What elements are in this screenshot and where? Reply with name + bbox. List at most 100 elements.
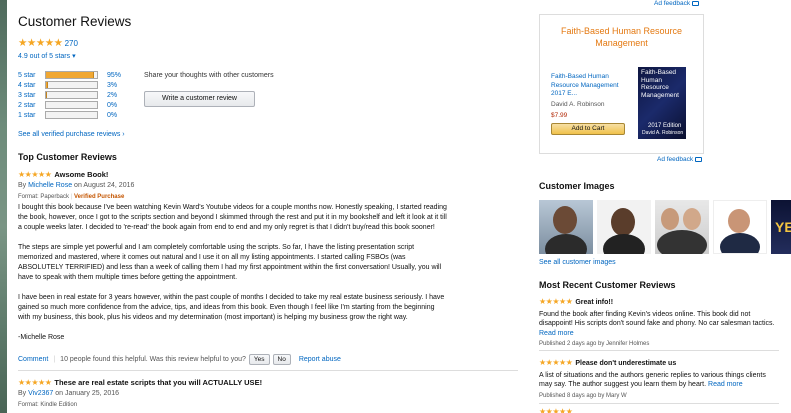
speech-bubble-icon	[695, 156, 703, 162]
review-byline: By Viv2367 on January 25, 2016	[18, 390, 448, 397]
desktop-edge	[0, 0, 7, 413]
recent-review-body: Found the book after finding Kevin's vid…	[539, 310, 779, 339]
separator: |	[53, 356, 56, 363]
review-date: on August 24, 2016	[74, 182, 135, 189]
recent-review-title[interactable]: Please don't underestimate us	[575, 360, 676, 367]
histogram-percent[interactable]: 3%	[107, 82, 117, 89]
histogram-label[interactable]: 4 star	[18, 82, 45, 89]
customer-image-3[interactable]	[655, 200, 709, 254]
person-icon	[553, 206, 577, 234]
recent-reviews-heading: Most Recent Customer Reviews	[539, 280, 676, 290]
recent-review-2: ★★★★★ Please don't underestimate us A lis…	[539, 358, 779, 401]
ad-details: Faith-Based Human Resource Management 20…	[551, 73, 631, 121]
page-title: Customer Reviews	[18, 14, 132, 29]
star-rating-icon: ★★★★★	[18, 378, 52, 387]
histogram-label[interactable]: 5 star	[18, 72, 45, 79]
person-icon	[683, 208, 701, 230]
star-rating-icon: ★★★★★	[18, 37, 63, 49]
customer-image-4[interactable]	[713, 200, 767, 254]
recent-review-published: Published 2 days ago by Jennifer Holmes	[539, 341, 650, 347]
histogram-row-4[interactable]: 4 star 3%	[18, 80, 128, 90]
shirt-shape	[720, 233, 760, 253]
recent-review-title-row: ★★★★★ Please don't underestimate us	[539, 358, 779, 369]
review-title[interactable]: These are real estate scripts that you w…	[54, 378, 262, 387]
top-reviews-heading: Top Customer Reviews	[18, 152, 117, 162]
ad-product-link[interactable]: Faith-Based Human Resource Management 20…	[551, 73, 631, 99]
report-abuse-link[interactable]: Report abuse	[299, 356, 341, 363]
histogram-fill	[46, 82, 48, 88]
add-to-cart-button[interactable]: Add to Cart	[551, 123, 625, 135]
histogram-percent[interactable]: 0%	[107, 112, 117, 119]
customer-image-2[interactable]	[597, 200, 651, 254]
shirt-shape	[603, 234, 645, 254]
review-format: Format: Paperback | Verified Purchase	[18, 194, 125, 200]
verified-purchase-badge: Verified Purchase	[73, 194, 125, 200]
shirt-shape	[657, 230, 707, 254]
histogram-row-1[interactable]: 1 star 0%	[18, 110, 128, 120]
ad-feedback-top[interactable]: Ad feedback	[654, 0, 700, 7]
ad-price: $7.99	[551, 112, 568, 119]
review-count[interactable]: 270	[65, 39, 78, 48]
cover-title: Faith-Based Human Resource Management	[641, 69, 679, 99]
rating-dropdown[interactable]: 4.9 out of 5 stars ▾	[18, 52, 76, 60]
person-icon	[611, 208, 635, 236]
histogram-fill	[46, 92, 48, 98]
customer-image-1[interactable]	[539, 200, 593, 254]
rating-text: 4.9 out of 5 stars	[18, 53, 71, 60]
histogram-row-5[interactable]: 5 star 95%	[18, 70, 128, 80]
ad-feedback[interactable]: Ad feedback	[657, 156, 703, 163]
recent-review-body: A list of situations and the authors gen…	[539, 371, 779, 390]
histogram-percent[interactable]: 2%	[107, 92, 117, 99]
review-author-link[interactable]: Viv2367	[28, 390, 53, 397]
review-author-link[interactable]: Michelle Rose	[28, 182, 72, 189]
review-paragraph: The steps are simple yet powerful and I …	[18, 244, 442, 281]
review-title-row: ★★★★★ These are real estate scripts that …	[18, 378, 448, 387]
read-more-link[interactable]: Read more	[539, 330, 574, 337]
star-rating-icon: ★★★★★	[539, 358, 573, 367]
histogram-percent[interactable]: 0%	[107, 102, 117, 109]
histogram-row-3[interactable]: 3 star 2%	[18, 90, 128, 100]
chevron-down-icon: ▾	[72, 53, 76, 60]
histogram-label[interactable]: 1 star	[18, 112, 45, 119]
book-cover-image[interactable]: Faith-Based Human Resource Management 20…	[638, 67, 686, 139]
histogram-bar	[45, 81, 98, 89]
recent-review-3-partial: ★★★★★	[539, 407, 779, 413]
histogram-row-2[interactable]: 2 star 0%	[18, 100, 128, 110]
rating-histogram: 5 star 95% 4 star 3% 3 star 2% 2 star 0%…	[18, 70, 128, 120]
ad-title[interactable]: Faith-Based Human Resource Management	[540, 25, 703, 49]
histogram-label[interactable]: 3 star	[18, 92, 45, 99]
review-signature: -Michelle Rose	[18, 334, 65, 341]
sponsored-ad[interactable]: Faith-Based Human Resource Management Fa…	[539, 14, 704, 154]
customer-image-5[interactable]: YES	[771, 200, 791, 254]
person-icon	[661, 208, 679, 230]
histogram-bar	[45, 111, 98, 119]
histogram-bar	[45, 91, 98, 99]
ad-feedback-label[interactable]: Ad feedback	[654, 0, 690, 7]
recent-review-title[interactable]: Great info!!	[575, 299, 613, 306]
yes-button[interactable]: Yes	[248, 354, 270, 365]
recent-review-title-row: ★★★★★ Great info!!	[539, 297, 779, 308]
average-rating[interactable]: ★★★★★ 270	[18, 37, 78, 49]
share-prompt: Share your thoughts with other customers	[144, 72, 274, 79]
write-review-button[interactable]: Write a customer review	[144, 91, 255, 107]
cover-author: David A. Robinson	[642, 129, 684, 136]
see-all-images-link[interactable]: See all customer images	[539, 259, 616, 266]
no-button[interactable]: No	[272, 354, 291, 365]
recent-review-published: Published 8 days ago by Mary W	[539, 392, 627, 399]
histogram-label[interactable]: 2 star	[18, 102, 45, 109]
star-rating-icon: ★★★★★	[539, 407, 573, 413]
comment-link[interactable]: Comment	[18, 356, 48, 363]
customer-images-strip: YES	[539, 200, 791, 254]
format-label: Format: Paperback	[18, 194, 70, 200]
ad-feedback-label[interactable]: Ad feedback	[657, 156, 693, 163]
histogram-bar	[45, 101, 98, 109]
divider	[539, 403, 779, 404]
histogram-percent[interactable]: 95%	[107, 72, 121, 79]
recent-review-text: Found the book after finding Kevin's vid…	[539, 310, 775, 328]
divider	[539, 350, 779, 351]
helpful-text: 10 people found this helpful. Was this r…	[60, 356, 246, 363]
see-all-verified-link[interactable]: See all verified purchase reviews ›	[18, 131, 125, 138]
review-title[interactable]: Awsome Book!	[54, 170, 108, 179]
review-date: on January 25, 2016	[55, 390, 120, 397]
read-more-link[interactable]: Read more	[708, 381, 743, 388]
